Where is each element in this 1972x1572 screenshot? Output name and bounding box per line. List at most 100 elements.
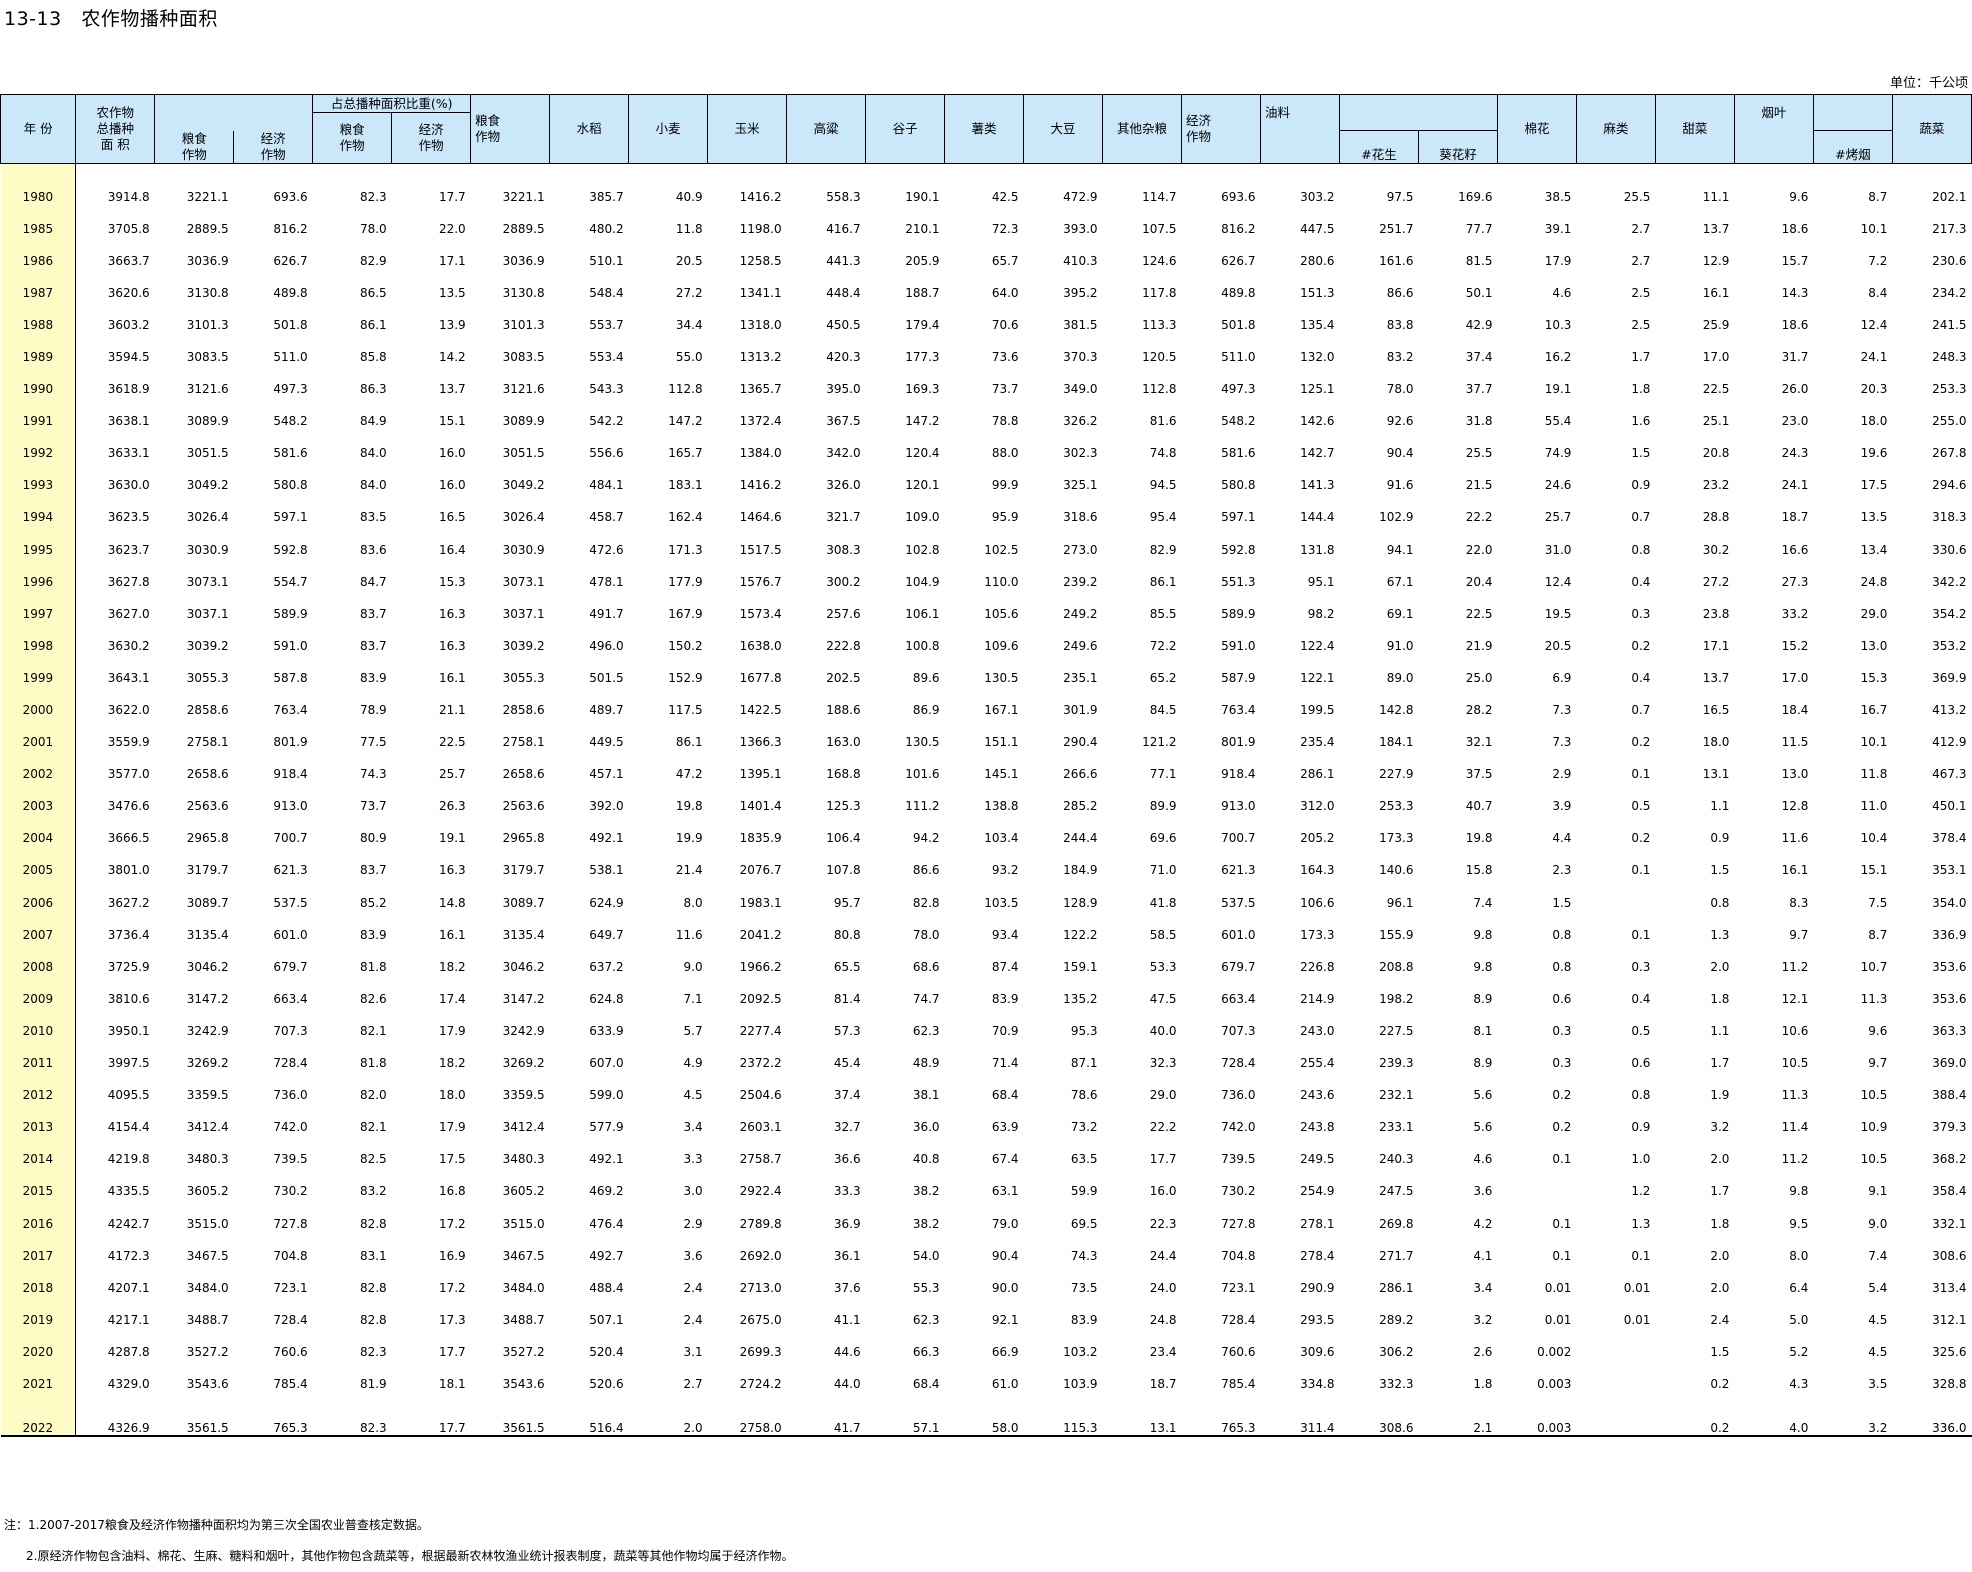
value-cell: 18.0: [1860, 414, 1888, 429]
value-cell: 4.9: [683, 1056, 703, 1071]
value-cell: 520.4: [589, 1344, 624, 1359]
value-cell: 24.8: [1860, 574, 1888, 589]
year-cell: 2016: [0, 1198, 77, 1231]
value-cell: 9.8: [1473, 959, 1493, 974]
value-cell: 83.2: [1386, 349, 1414, 364]
value-cell: 449.5: [589, 735, 624, 750]
value-cell: 2603.1: [739, 1120, 782, 1135]
value-cell: 84.9: [359, 414, 387, 429]
value-cell: 151.3: [1300, 285, 1335, 300]
value-cell: 328.8: [1932, 1376, 1967, 1391]
value-cell: 663.4: [1221, 991, 1256, 1006]
value-cell: 11.8: [675, 221, 703, 236]
year-cell: 1996: [0, 556, 77, 589]
value-cell: 4207.1: [107, 1280, 150, 1295]
value-cell: 111.2: [905, 799, 940, 814]
value-cell: 9.6: [1868, 1023, 1888, 1038]
value-cell: 488.4: [589, 1280, 624, 1295]
value-cell: 591.0: [273, 638, 308, 653]
value-cell: 3.0: [683, 1184, 703, 1199]
value-cell: 592.8: [273, 542, 308, 557]
value-cell: 11.8: [1860, 767, 1888, 782]
value-cell: 17.5: [1860, 478, 1888, 493]
value-cell: 10.5: [1860, 1088, 1888, 1103]
value-cell: 17.2: [438, 1216, 466, 1231]
value-cell: 816.2: [273, 221, 308, 236]
value-cell: 11.6: [1781, 831, 1809, 846]
value-cell: 0.01: [1544, 1280, 1572, 1295]
value-cell: 580.8: [273, 478, 308, 493]
value-cell: 18.7: [1781, 510, 1809, 525]
value-cell: 3488.7: [186, 1312, 229, 1327]
value-cell: 601.0: [273, 927, 308, 942]
value-cell: 55.3: [912, 1280, 940, 1295]
value-cell: 77.5: [359, 735, 387, 750]
value-cell: 2.5: [1631, 317, 1651, 332]
value-cell: 205.2: [1300, 831, 1335, 846]
value-cell: 369.0: [1932, 1056, 1967, 1071]
value-cell: 20.5: [1544, 638, 1572, 653]
value-cell: 1.5: [1710, 1344, 1730, 1359]
value-cell: 82.8: [359, 1312, 387, 1327]
value-cell: 3527.2: [186, 1344, 229, 1359]
value-cell: 162.4: [668, 510, 703, 525]
value-cell: 80.9: [359, 831, 387, 846]
value-cell: 25.7: [1544, 510, 1572, 525]
value-cell: 152.9: [668, 670, 703, 685]
value-cell: 765.3: [233, 1390, 313, 1437]
value-cell: 85.5: [1149, 606, 1177, 621]
value-cell: 332.1: [1932, 1216, 1967, 1231]
value-cell: 2658.6: [502, 767, 545, 782]
value-cell: 693.6: [1221, 189, 1256, 204]
value-cell: 3515.0: [186, 1216, 229, 1231]
value-cell: 476.4: [589, 1216, 624, 1231]
table-row: 2004 3666.5 2965.8 700.7 80.9 19.1 2965.8 492.1…: [0, 813, 1972, 846]
header-cash: 经济 作物: [233, 130, 314, 164]
value-cell: 20.8: [1702, 446, 1730, 461]
value-cell: 353.2: [1932, 638, 1967, 653]
value-cell: 278.4: [1300, 1248, 1335, 1263]
value-cell: 39.1: [1544, 221, 1572, 236]
value-cell: 159.1: [1063, 959, 1098, 974]
value-cell: 15.3: [438, 574, 466, 589]
year-cell: 2018: [0, 1262, 77, 1295]
value-cell: 18.2: [438, 959, 466, 974]
value-cell: 381.5: [1063, 317, 1098, 332]
value-cell: 36.1: [833, 1248, 861, 1263]
value-cell: 3603.2: [107, 317, 150, 332]
value-cell: 11.1: [1702, 189, 1730, 204]
value-cell: 3997.5: [107, 1056, 150, 1071]
value-cell: 227.5: [1379, 1023, 1414, 1038]
value-cell: 3622.0: [107, 703, 150, 717]
value-cell: 18.6: [1781, 317, 1809, 332]
year-cell: 1992: [0, 428, 77, 461]
value-cell: 2076.7: [739, 863, 782, 878]
value-cell: 1198.0: [739, 221, 782, 236]
value-cell: 349.0: [1063, 382, 1098, 397]
value-cell: 8.9: [1473, 1056, 1493, 1071]
value-cell: 50.1: [1465, 285, 1493, 300]
value-cell: 78.0: [912, 927, 940, 942]
value-cell: 0.1: [1631, 1248, 1651, 1263]
value-cell: 1966.2: [739, 959, 782, 974]
value-cell: 122.1: [1300, 670, 1335, 685]
value-cell: 0.9: [1631, 1120, 1651, 1135]
value-cell: 0.003: [1497, 1390, 1577, 1437]
value-cell: 16.0: [438, 478, 466, 493]
value-cell: 4.5: [1868, 1312, 1888, 1327]
value-cell: 543.3: [589, 382, 624, 397]
value-cell: 290.4: [1063, 735, 1098, 750]
value-cell: 0.8: [1552, 959, 1572, 974]
value-cell: 121.2: [1142, 735, 1177, 750]
value-cell: 542.2: [589, 414, 624, 429]
value-cell: 214.9: [1300, 991, 1335, 1006]
value-cell: 17.0: [1702, 349, 1730, 364]
value-cell: 22.3: [1149, 1216, 1177, 1231]
value-cell: 95.1: [1307, 574, 1335, 589]
value-cell: 55.0: [675, 349, 703, 364]
value-cell: 171.3: [668, 542, 703, 557]
value-cell: 2.0: [1710, 1280, 1730, 1295]
value-cell: 2372.2: [739, 1056, 782, 1071]
value-cell: 537.5: [273, 895, 308, 910]
value-cell: 0.3: [1552, 1023, 1572, 1038]
